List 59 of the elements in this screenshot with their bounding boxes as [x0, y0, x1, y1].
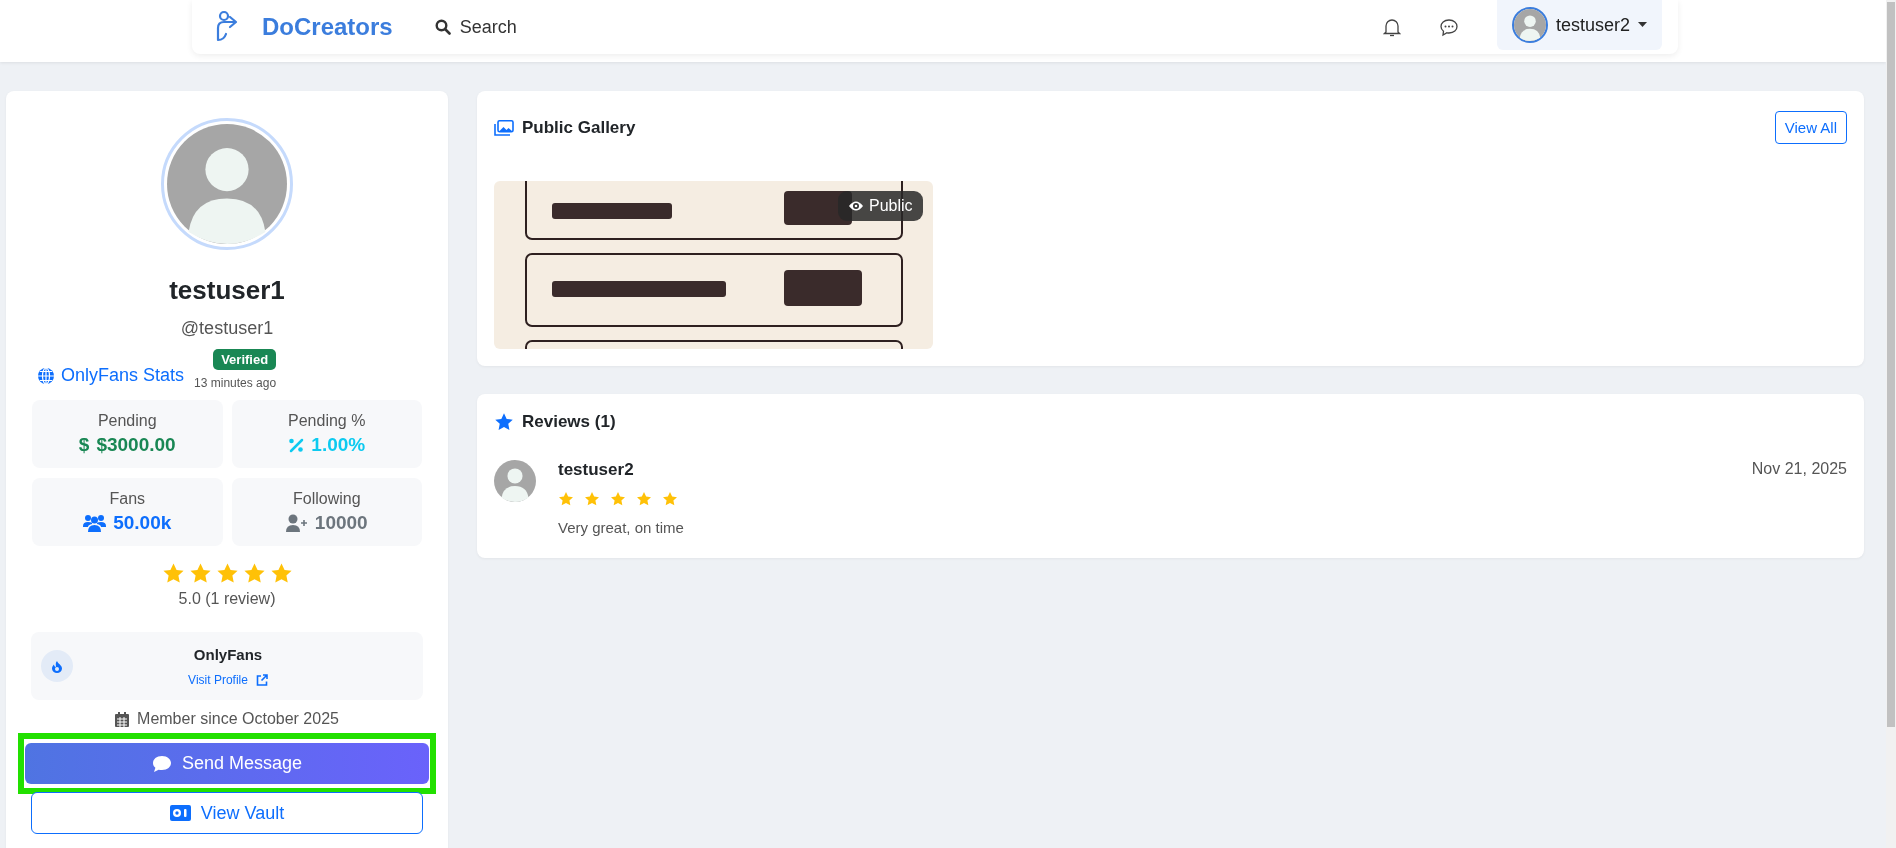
brand-name[interactable]: DoCreators [262, 13, 393, 41]
star-icon [558, 491, 574, 507]
stat-value: $3000.00 [96, 434, 176, 456]
stat-label: Pending [97, 412, 157, 430]
view-all-button[interactable]: View All [1774, 111, 1847, 144]
review-author: testuser2 [558, 460, 634, 480]
star-icon [584, 491, 600, 507]
stat-label: Following [292, 490, 361, 508]
flame-icon [41, 650, 73, 682]
public-badge: Public [838, 191, 923, 221]
caret-icon [1638, 22, 1647, 28]
stat-label: Pending % [288, 412, 366, 430]
star-icon [215, 562, 239, 585]
scrollbar[interactable] [1886, 0, 1896, 848]
user-menu[interactable]: testuser2 [1496, 0, 1662, 50]
star-icon [610, 491, 626, 507]
profile-name: testuser1 [169, 275, 285, 306]
visit-profile-link[interactable]: Visit Profile [188, 672, 268, 687]
review-text: Very great, on time [558, 519, 685, 536]
chat-icon[interactable] [1438, 17, 1459, 37]
stat-label: Fans [109, 490, 146, 508]
stat-value: 50.00k [113, 512, 172, 534]
star-icon [636, 491, 652, 507]
stats-link[interactable]: OnlyFans Stats [37, 365, 185, 386]
stat-value: 10000 [314, 512, 368, 534]
star-icon [188, 562, 212, 585]
star-icon [494, 412, 514, 432]
search-icon [434, 19, 451, 35]
user-plus-icon [285, 514, 308, 532]
platform-name: OnlyFans [193, 645, 263, 663]
star-icon [269, 562, 293, 585]
verified-badge: Verified [213, 349, 277, 370]
images-icon [494, 119, 514, 136]
reviews-title: Reviews (1) [522, 412, 616, 432]
verified-time: 13 minutes ago [194, 376, 277, 390]
star-icon [161, 562, 185, 585]
globe-icon [37, 366, 55, 385]
gallery-title: Public Gallery [522, 117, 636, 138]
star-icon [242, 562, 266, 585]
stat-value: 1.00% [311, 434, 366, 456]
send-message-button[interactable]: Send Message [25, 743, 429, 784]
eye-icon [848, 200, 864, 212]
vault-icon [169, 804, 191, 822]
avatar [1513, 9, 1546, 41]
speech-bubble-icon [151, 754, 172, 773]
view-vault-button[interactable]: View Vault [31, 792, 423, 834]
star-icon [662, 491, 678, 507]
reviewer-avatar [494, 460, 536, 502]
dollar-icon: $ [78, 434, 90, 456]
users-icon [83, 514, 107, 532]
external-link-icon [255, 673, 268, 686]
member-since: Member since October 2025 [137, 710, 339, 728]
review-date: Nov 21, 2025 [1751, 460, 1847, 479]
bell-icon[interactable] [1382, 17, 1401, 37]
percent-icon [288, 437, 305, 453]
calendar-icon [115, 711, 130, 727]
rating-summary: 5.0 (1 review) [178, 590, 276, 608]
search-button[interactable]: Search [434, 16, 517, 38]
profile-handle: @testuser1 [180, 318, 274, 339]
